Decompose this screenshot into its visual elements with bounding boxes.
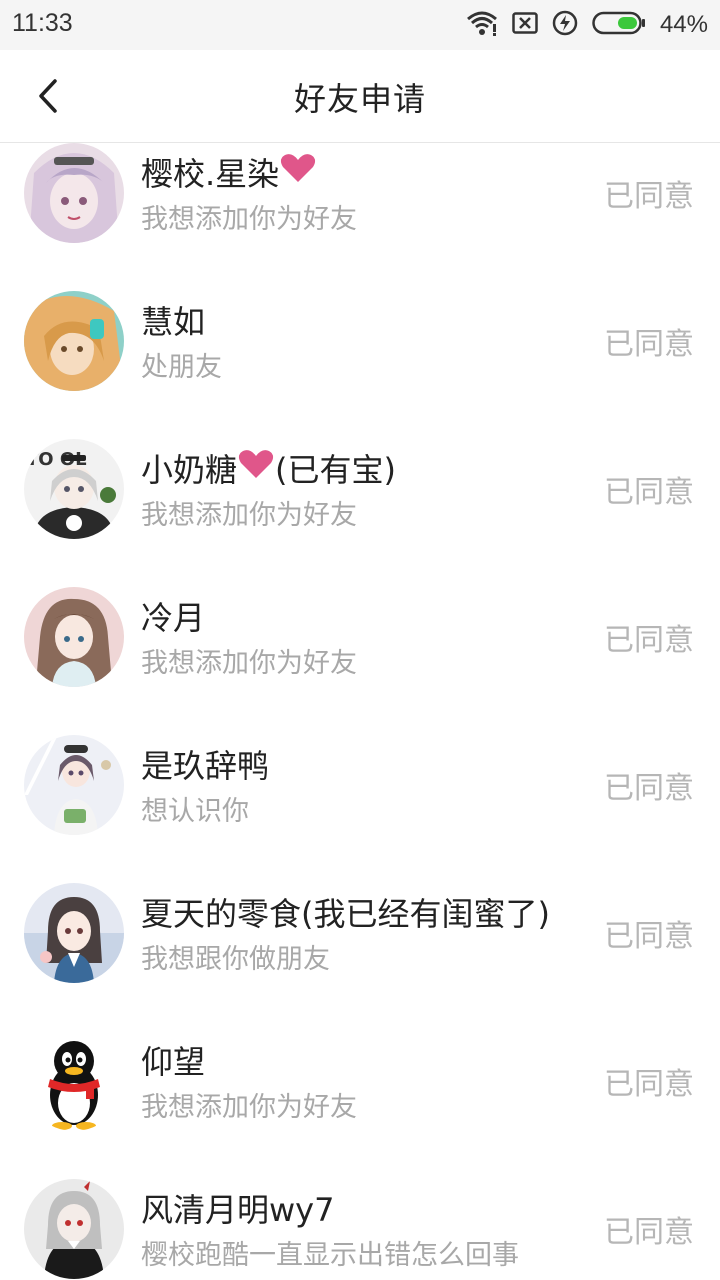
requester-name-text: 樱校.星染	[141, 155, 280, 193]
accepted-status: 已同意	[600, 1059, 694, 1103]
request-message: 我想添加你为好友	[141, 204, 357, 235]
requester-name-text: 夏天的零食(我已经有闺蜜了)	[141, 895, 550, 933]
requester-name-suffix: (已有宝)	[275, 451, 396, 489]
friend-request-item[interactable]: 风清月明wy7 樱校跑酷一直显示出错怎么回事 已同意	[0, 1139, 720, 1280]
friend-request-item[interactable]: 仰望 我想添加你为好友 已同意	[0, 991, 720, 1139]
friend-request-item[interactable]: 慧如 处朋友 已同意	[0, 251, 720, 399]
requester-name: 仰望	[141, 1037, 205, 1083]
heart-icon	[280, 153, 316, 191]
app-header: 好友申请	[0, 50, 720, 143]
requester-name-text: 风清月明wy7	[141, 1191, 335, 1229]
avatar[interactable]	[24, 1179, 124, 1279]
battery-percent: 44%	[659, 11, 708, 38]
requester-name: 风清月明wy7	[141, 1185, 334, 1231]
page-title: 好友申请	[293, 80, 426, 118]
request-message: 我想添加你为好友	[141, 648, 357, 679]
accepted-status: 已同意	[600, 171, 694, 215]
friend-request-item[interactable]: TO OL 小奶糖 (已有宝) 我想添加你为好友 已同意	[0, 399, 720, 547]
friend-request-item[interactable]: 樱校.星染 我想添加你为好友 已同意	[0, 143, 720, 251]
friend-request-list[interactable]: 樱校.星染 我想添加你为好友 已同意 慧如 处朋友 已同意 TO OL 小奶糖 …	[0, 143, 720, 1280]
request-message: 我想添加你为好友	[141, 500, 357, 531]
requester-name: 樱校.星染	[141, 149, 317, 195]
battery-icon	[592, 11, 646, 39]
request-message: 我想添加你为好友	[141, 1092, 357, 1123]
status-time: 11:33	[12, 9, 73, 37]
accepted-status: 已同意	[600, 615, 694, 659]
request-message: 我想跟你做朋友	[141, 944, 330, 975]
requester-name-text: 是玖辞鸭	[141, 747, 270, 785]
accepted-status: 已同意	[600, 763, 694, 807]
friend-request-item[interactable]: 是玖辞鸭 想认识你 已同意	[0, 695, 720, 843]
request-message: 想认识你	[141, 796, 249, 827]
accepted-status: 已同意	[600, 1207, 694, 1251]
status-bar: 11:33 44%	[0, 0, 720, 50]
avatar[interactable]	[24, 735, 124, 835]
avatar[interactable]: TO OL	[24, 439, 124, 539]
requester-name-text: 慧如	[141, 303, 206, 341]
wifi-icon	[466, 10, 498, 40]
sim-icon	[512, 12, 538, 38]
avatar[interactable]	[24, 883, 124, 983]
heart-icon	[238, 449, 274, 487]
accepted-status: 已同意	[600, 467, 694, 511]
accepted-status: 已同意	[600, 319, 694, 363]
requester-name-text: 冷月	[141, 599, 206, 637]
friend-request-item[interactable]: 冷月 我想添加你为好友 已同意	[0, 547, 720, 695]
requester-name: 慧如	[141, 297, 205, 343]
requester-name-text: 小奶糖	[141, 451, 238, 489]
request-message: 处朋友	[141, 352, 222, 383]
request-message: 樱校跑酷一直显示出错怎么回事	[141, 1240, 519, 1271]
avatar[interactable]	[24, 587, 124, 687]
requester-name: 是玖辞鸭	[141, 741, 269, 787]
charging-icon	[552, 10, 578, 40]
avatar[interactable]	[24, 291, 124, 391]
friend-request-item[interactable]: 夏天的零食(我已经有闺蜜了) 我想跟你做朋友 已同意	[0, 843, 720, 991]
requester-name: 夏天的零食(我已经有闺蜜了)	[141, 889, 550, 935]
accepted-status: 已同意	[600, 911, 694, 955]
avatar[interactable]	[24, 143, 124, 243]
requester-name: 冷月	[141, 593, 205, 639]
status-icons: 44%	[466, 8, 708, 42]
requester-name-text: 仰望	[141, 1043, 206, 1081]
avatar[interactable]	[24, 1031, 124, 1131]
requester-name: 小奶糖 (已有宝)	[141, 445, 396, 491]
